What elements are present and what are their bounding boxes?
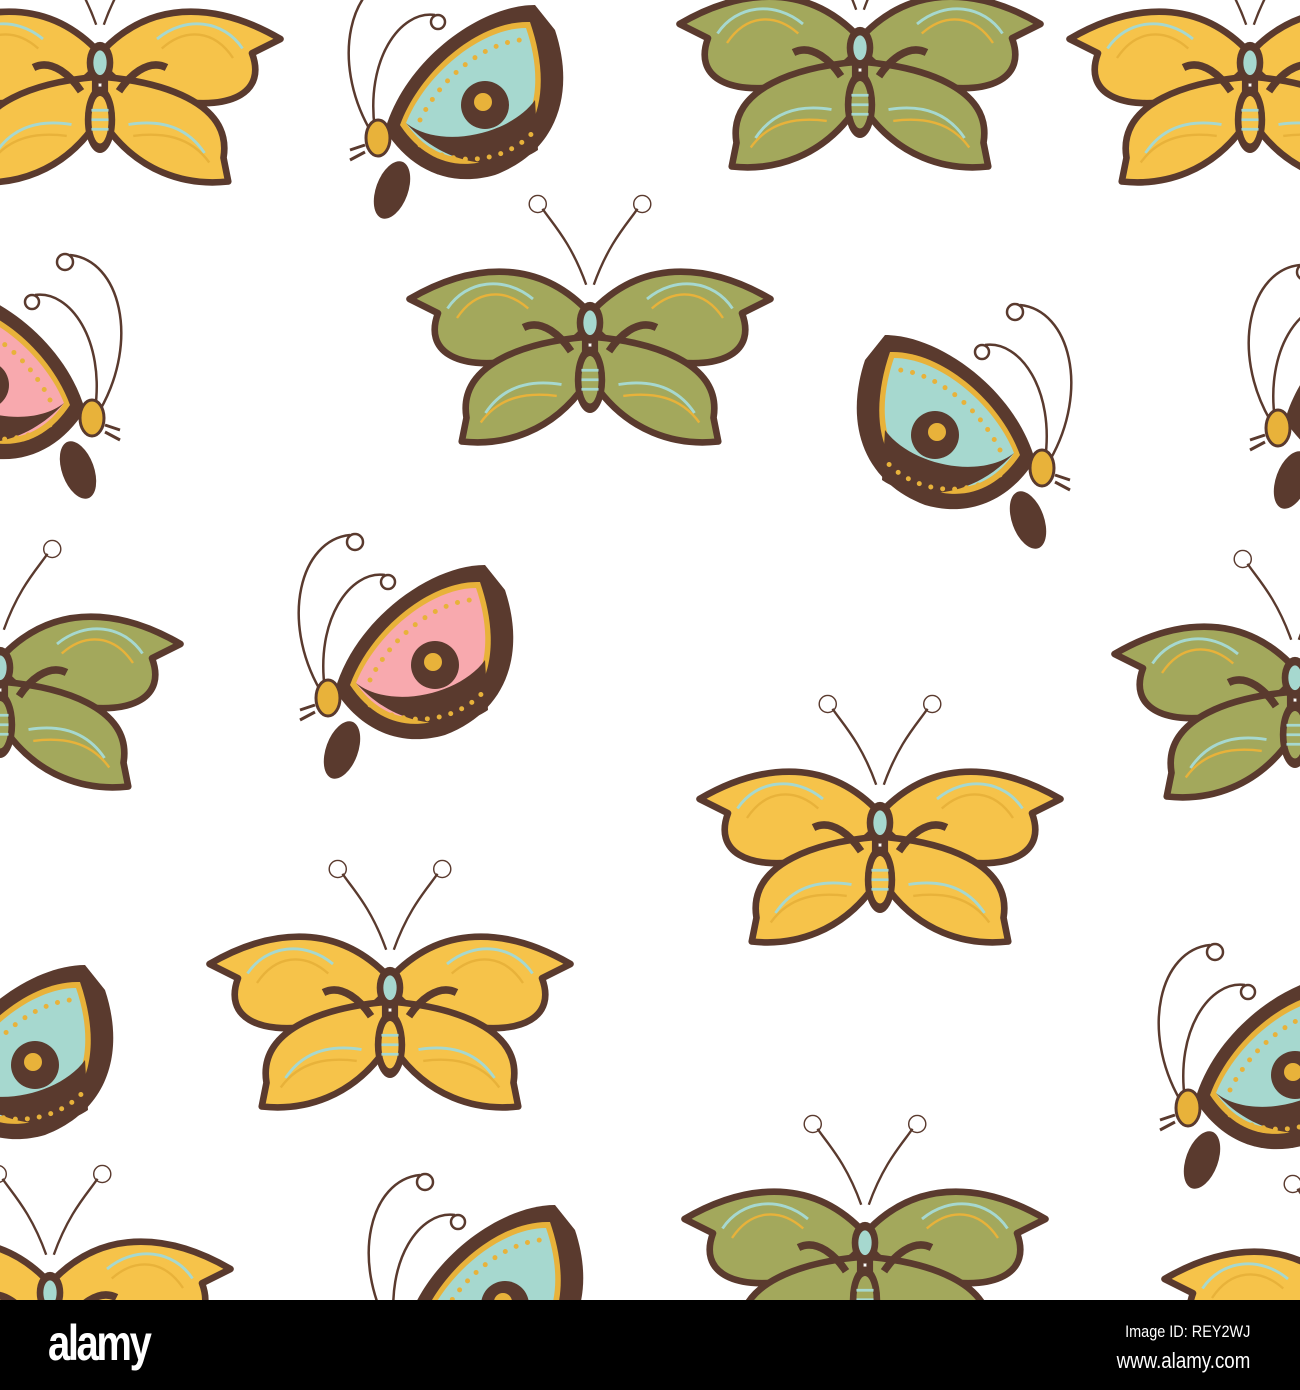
- watermark-bar: alamy Image ID: REY2WJ www.alamy.com: [0, 1300, 1300, 1390]
- pink-butterfly: [299, 534, 514, 784]
- site-url: www.alamy.com: [1116, 1348, 1250, 1373]
- yellow-butterfly: [700, 695, 1061, 942]
- yellow-butterfly: [210, 860, 571, 1107]
- green-butterfly: [680, 0, 1041, 167]
- green-butterfly: [0, 540, 181, 787]
- green-butterfly: [685, 1115, 1046, 1300]
- teal-butterfly: [349, 0, 564, 224]
- green-butterfly: [410, 195, 771, 442]
- alamy-logo: alamy: [48, 1315, 152, 1371]
- teal-butterfly: [1159, 944, 1300, 1194]
- green-butterfly: [1115, 550, 1300, 797]
- butterfly-pattern: [0, 0, 1300, 1300]
- teal-butterfly: [0, 934, 113, 1184]
- image-id: Image ID: REY2WJ: [1124, 1322, 1250, 1341]
- yellow-butterfly: [0, 0, 281, 182]
- teal-butterfly: [857, 304, 1072, 554]
- teal-butterfly: [369, 1174, 584, 1300]
- yellow-butterfly: [1070, 0, 1300, 182]
- pink-butterfly: [1249, 264, 1300, 514]
- pink-butterfly: [0, 254, 121, 504]
- yellow-butterfly: [0, 1165, 231, 1300]
- yellow-butterfly: [1165, 1175, 1300, 1300]
- stock-image: alamy Image ID: REY2WJ www.alamy.com: [0, 0, 1300, 1390]
